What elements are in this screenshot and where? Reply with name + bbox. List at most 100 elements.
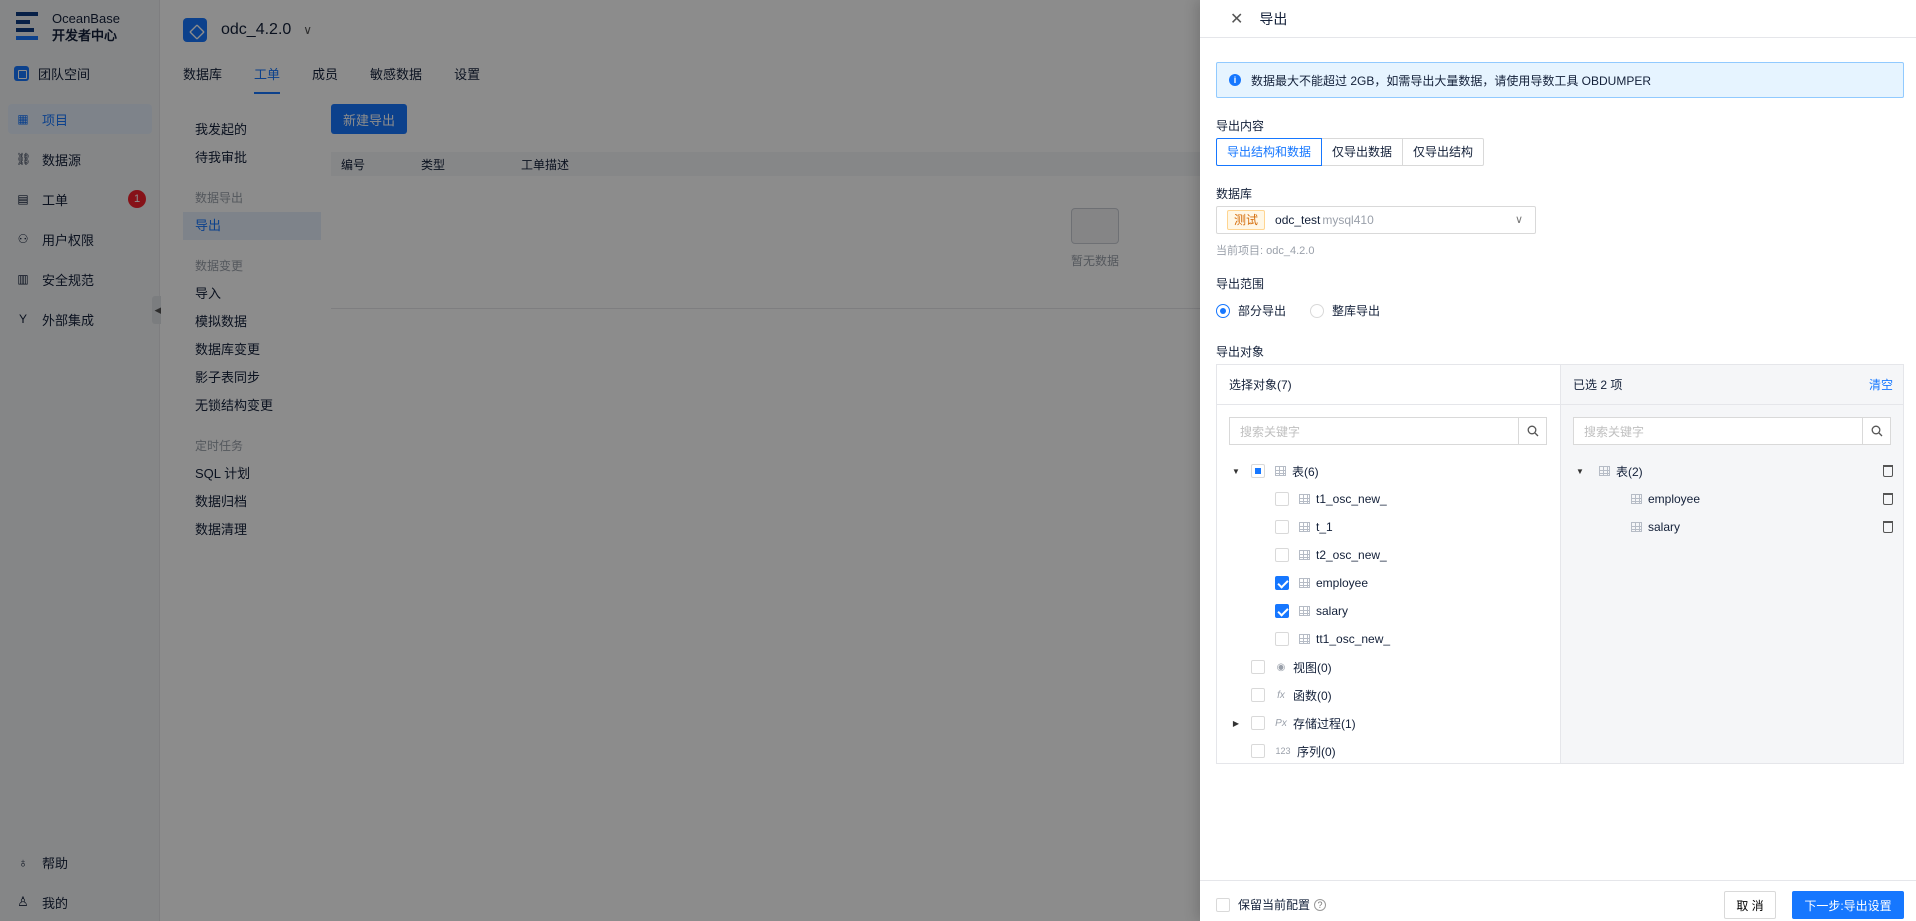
tree-node-views[interactable]: ◉ 视图(0) (1217, 653, 1561, 681)
transfer-target-pane: 已选 2 项 清空 搜索关键字 ▼ 表(2) employee salary (1561, 365, 1903, 763)
tree-node-sequences[interactable]: 123 序列(0) (1217, 737, 1561, 765)
source-search-input[interactable]: 搜索关键字 (1229, 417, 1547, 445)
eye-icon: ◉ (1276, 661, 1286, 673)
tree-node-table[interactable]: employee (1217, 569, 1561, 597)
database-select[interactable]: 测试 odc_test mysql410 ∨ (1216, 206, 1536, 234)
tables-checkbox[interactable] (1251, 464, 1265, 478)
functions-checkbox[interactable] (1251, 688, 1265, 702)
procedures-checkbox[interactable] (1251, 716, 1265, 730)
function-icon: fx (1277, 689, 1285, 701)
info-icon: i (1229, 74, 1241, 86)
tree-label: t2_osc_new_ (1316, 548, 1387, 562)
caret-down-icon[interactable]: ▼ (1231, 467, 1241, 476)
table-checkbox[interactable] (1275, 520, 1289, 534)
table-checkbox[interactable] (1275, 576, 1289, 590)
modal-overlay[interactable] (0, 0, 1200, 921)
tree-label: 表(2) (1616, 464, 1643, 479)
search-placeholder: 搜索关键字 (1240, 424, 1301, 439)
export-object-label: 导出对象 (1216, 345, 1265, 359)
source-tree: ▼ 表(6) t1_osc_new_ t_1 t2_osc_new_ emplo… (1217, 457, 1561, 765)
clear-selection-link[interactable]: 清空 (1869, 365, 1893, 405)
alert-text: 数据最大不能超过 2GB，如需导出大量数据，请使用导数工具 OBDUMPER (1251, 73, 1652, 88)
tree-label: salary (1648, 520, 1681, 534)
export-content-label: 导出内容 (1216, 119, 1265, 133)
caret-right-icon[interactable]: ▶ (1231, 719, 1241, 728)
table-icon (1631, 522, 1642, 532)
sequences-checkbox[interactable] (1251, 744, 1265, 758)
drawer-footer: 保留当前配置 ? 取 消 下一步:导出设置 (1200, 880, 1916, 921)
keep-config-option[interactable]: 保留当前配置 ? (1216, 896, 1327, 913)
tree-node-procedures[interactable]: ▶ Px 存储过程(1) (1217, 709, 1561, 737)
question-circle-icon[interactable]: ? (1314, 898, 1327, 911)
tree-label: t1_osc_new_ (1316, 492, 1387, 506)
sequence-icon: 123 (1275, 746, 1291, 756)
scope-full-radio[interactable] (1310, 303, 1325, 318)
target-pane-title: 已选 2 项 (1573, 378, 1623, 392)
option-structure-only[interactable]: 仅导出结构 (1402, 138, 1485, 166)
table-icon (1299, 606, 1310, 616)
export-scope-radios: 部分导出 整库导出 (1216, 302, 1380, 319)
option-structure-and-data[interactable]: 导出结构和数据 (1216, 138, 1323, 166)
scope-partial-radio[interactable] (1216, 303, 1230, 318)
target-search-input[interactable]: 搜索关键字 (1573, 417, 1891, 445)
close-icon[interactable]: ✕ (1230, 9, 1243, 29)
keep-config-label: 保留当前配置 (1238, 898, 1311, 912)
scope-full-label[interactable]: 整库导出 (1332, 302, 1380, 319)
tree-node-functions[interactable]: fx 函数(0) (1217, 681, 1561, 709)
table-icon (1299, 634, 1310, 644)
export-content-segmented: 导出结构和数据 仅导出数据 仅导出结构 (1216, 138, 1485, 166)
table-icon (1631, 494, 1642, 504)
tree-label: 表(6) (1292, 464, 1319, 479)
database-label: 数据库 (1216, 187, 1253, 201)
scope-partial-label[interactable]: 部分导出 (1238, 302, 1286, 319)
views-checkbox[interactable] (1251, 660, 1265, 674)
table-checkbox[interactable] (1275, 492, 1289, 506)
tree-label: employee (1316, 576, 1369, 590)
table-icon (1299, 578, 1310, 588)
tree-label: 视图(0) (1293, 660, 1332, 675)
delete-icon[interactable] (1883, 493, 1893, 505)
tree-label: t_1 (1316, 520, 1333, 534)
tree-node-table[interactable]: salary (1217, 597, 1561, 625)
search-placeholder: 搜索关键字 (1584, 424, 1645, 439)
procedure-icon: Px (1275, 717, 1287, 729)
target-pane-header: 已选 2 项 清空 (1561, 365, 1903, 405)
object-transfer: 选择对象(7) 搜索关键字 ▼ 表(6) t1_osc_new_ t_1 t2_… (1216, 364, 1904, 764)
cancel-button[interactable]: 取 消 (1724, 891, 1776, 919)
table-checkbox[interactable] (1275, 604, 1289, 618)
transfer-source-pane: 选择对象(7) 搜索关键字 ▼ 表(6) t1_osc_new_ t_1 t2_… (1217, 365, 1561, 763)
tree-node-tables[interactable]: ▼ 表(6) (1217, 457, 1561, 485)
tree-node-table[interactable]: t2_osc_new_ (1217, 541, 1561, 569)
export-scope-label: 导出范围 (1216, 277, 1265, 291)
tree-label: 函数(0) (1293, 688, 1332, 703)
delete-icon[interactable] (1883, 465, 1893, 477)
delete-icon[interactable] (1883, 521, 1893, 533)
keep-config-checkbox[interactable] (1216, 897, 1230, 912)
tree-label: 存储过程(1) (1293, 716, 1356, 731)
tree-node-table[interactable]: t_1 (1217, 513, 1561, 541)
target-tree: ▼ 表(2) employee salary (1561, 457, 1903, 541)
table-icon (1299, 494, 1310, 504)
table-icon (1599, 466, 1610, 476)
table-icon (1275, 466, 1286, 476)
tree-node-table[interactable]: t1_osc_new_ (1217, 485, 1561, 513)
caret-down-icon[interactable]: ▼ (1575, 467, 1585, 476)
search-icon[interactable] (1518, 418, 1546, 444)
next-step-button[interactable]: 下一步:导出设置 (1792, 891, 1904, 919)
search-icon[interactable] (1862, 418, 1890, 444)
source-pane-title: 选择对象(7) (1217, 365, 1560, 405)
size-limit-alert: i 数据最大不能超过 2GB，如需导出大量数据，请使用导数工具 OBDUMPER (1216, 62, 1904, 98)
export-drawer: ✕ 导出 i 数据最大不能超过 2GB，如需导出大量数据，请使用导数工具 OBD… (1200, 0, 1916, 921)
db-name: odc_test (1275, 213, 1321, 227)
table-icon (1299, 522, 1310, 532)
table-checkbox[interactable] (1275, 548, 1289, 562)
selected-node-table: salary (1561, 513, 1903, 541)
selected-node-table: employee (1561, 485, 1903, 513)
selected-node-tables[interactable]: ▼ 表(2) (1561, 457, 1903, 485)
option-data-only[interactable]: 仅导出数据 (1321, 138, 1404, 166)
chevron-down-icon: ∨ (1514, 214, 1523, 226)
tree-label: salary (1316, 604, 1349, 618)
tree-node-table[interactable]: tt1_osc_new_ (1217, 625, 1561, 653)
table-checkbox[interactable] (1275, 632, 1289, 646)
tree-label: 序列(0) (1297, 744, 1336, 759)
